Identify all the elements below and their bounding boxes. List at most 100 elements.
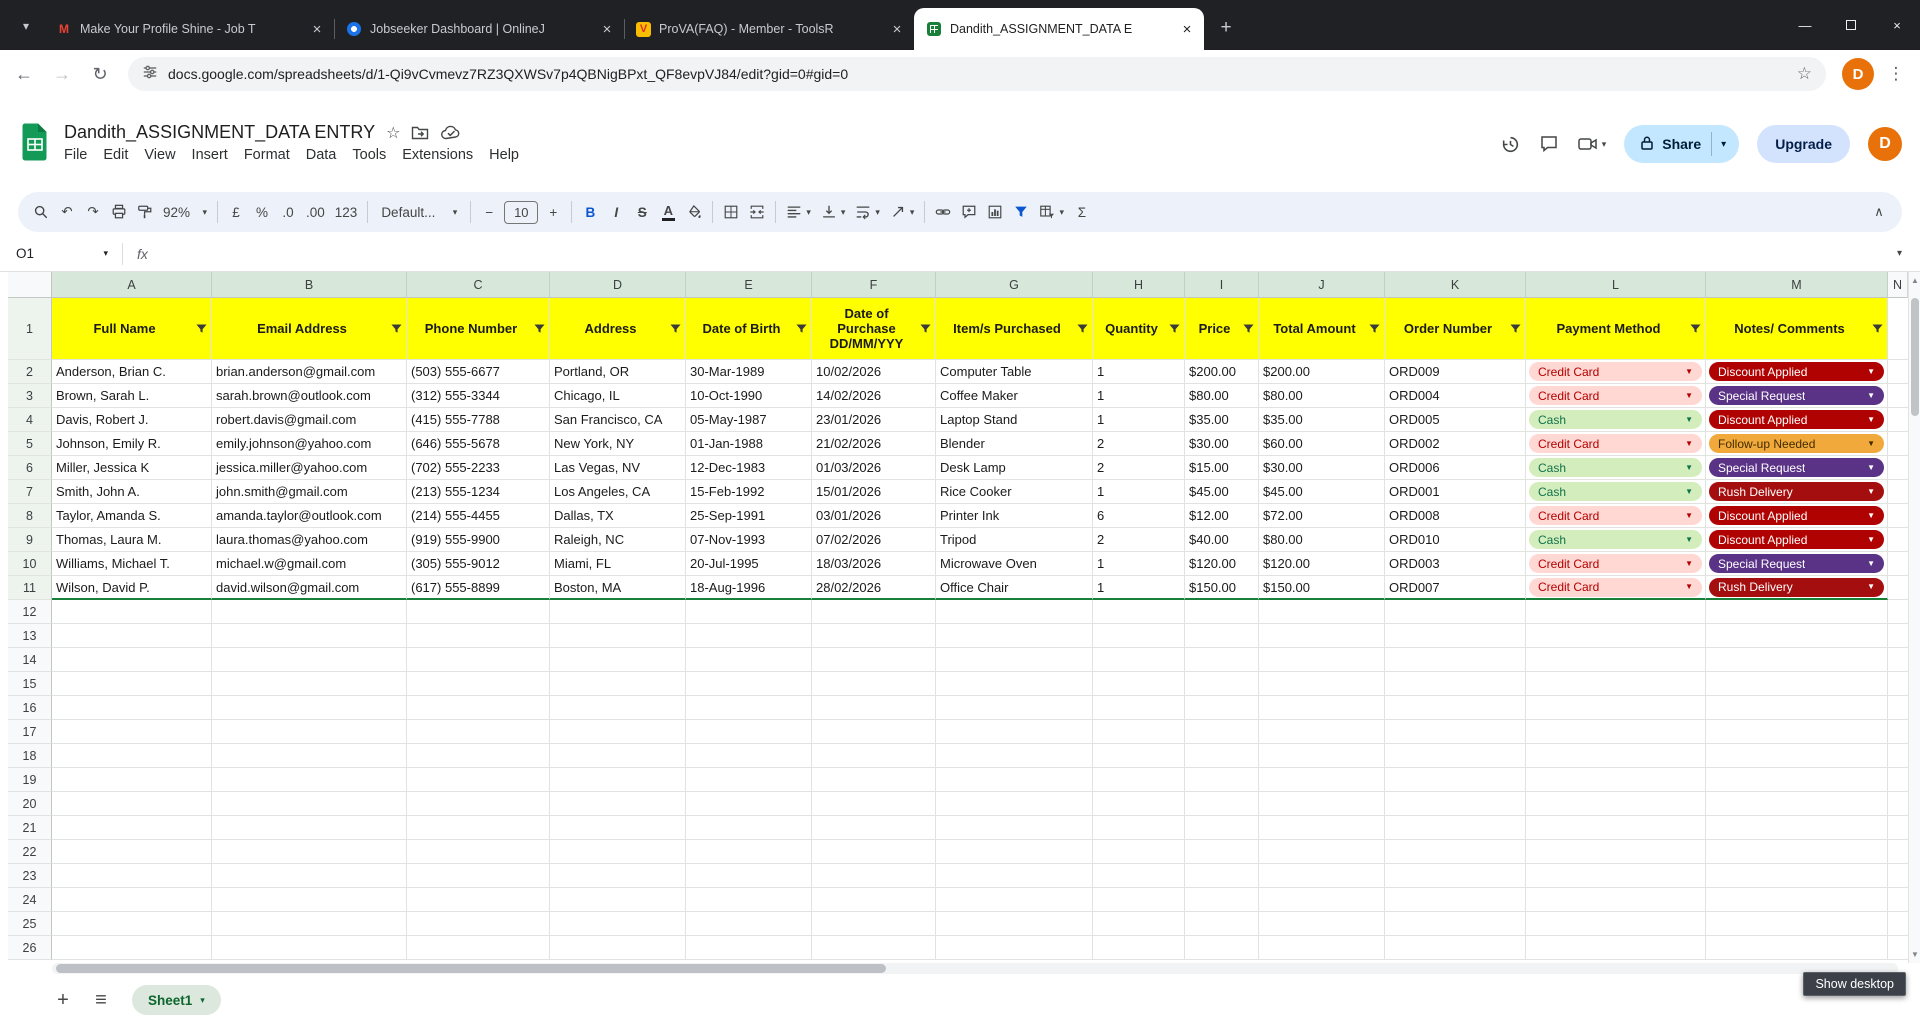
cell-D26[interactable] bbox=[550, 936, 686, 960]
cell-D24[interactable] bbox=[550, 888, 686, 912]
notes-chip[interactable]: Rush Delivery ▼ bbox=[1709, 482, 1884, 501]
cell-E21[interactable] bbox=[686, 816, 812, 840]
cell-B4[interactable]: robert.davis@gmail.com bbox=[212, 408, 407, 432]
cell-I3[interactable]: $80.00 bbox=[1185, 384, 1259, 408]
star-document-icon[interactable]: ☆ bbox=[386, 123, 400, 143]
tab-close-icon[interactable]: × bbox=[1178, 20, 1196, 38]
cell-G15[interactable] bbox=[936, 672, 1093, 696]
text-rotation-button[interactable]: ▾ bbox=[885, 198, 920, 226]
cell-H3[interactable]: 1 bbox=[1093, 384, 1185, 408]
row-header-20[interactable]: 20 bbox=[8, 792, 52, 816]
cell-J6[interactable]: $30.00 bbox=[1259, 456, 1385, 480]
insert-comment-button[interactable] bbox=[956, 198, 982, 226]
column-header-C[interactable]: C bbox=[407, 272, 550, 298]
cell-F21[interactable] bbox=[812, 816, 936, 840]
cell-F17[interactable] bbox=[812, 720, 936, 744]
column-filter-icon[interactable] bbox=[1368, 322, 1381, 335]
cell-H6[interactable]: 2 bbox=[1093, 456, 1185, 480]
cell-M12[interactable] bbox=[1706, 600, 1888, 624]
insert-chart-button[interactable] bbox=[982, 198, 1008, 226]
column-header-L[interactable]: L bbox=[1526, 272, 1706, 298]
payment-method-chip[interactable]: Cash ▼ bbox=[1529, 530, 1702, 549]
cell-F20[interactable] bbox=[812, 792, 936, 816]
cell-A23[interactable] bbox=[52, 864, 212, 888]
cell-A11[interactable]: Wilson, David P. bbox=[52, 576, 212, 600]
chip-dropdown-icon[interactable]: ▼ bbox=[1867, 511, 1875, 520]
cell-C20[interactable] bbox=[407, 792, 550, 816]
cell-F11[interactable]: 28/02/2026 bbox=[812, 576, 936, 600]
row-header-7[interactable]: 7 bbox=[8, 480, 52, 504]
cell-H9[interactable]: 2 bbox=[1093, 528, 1185, 552]
chip-dropdown-icon[interactable]: ▼ bbox=[1867, 415, 1875, 424]
notes-chip[interactable]: Discount Applied ▼ bbox=[1709, 506, 1884, 525]
tab-close-icon[interactable]: × bbox=[308, 20, 326, 38]
cell-B18[interactable] bbox=[212, 744, 407, 768]
menu-help[interactable]: Help bbox=[481, 144, 527, 166]
cell-A21[interactable] bbox=[52, 816, 212, 840]
row-header-16[interactable]: 16 bbox=[8, 696, 52, 720]
cell-J18[interactable] bbox=[1259, 744, 1385, 768]
cell-J9[interactable]: $80.00 bbox=[1259, 528, 1385, 552]
cell-H16[interactable] bbox=[1093, 696, 1185, 720]
cell-C2[interactable]: (503) 555-6677 bbox=[407, 360, 550, 384]
text-color-button[interactable]: A bbox=[655, 198, 681, 226]
cell-E14[interactable] bbox=[686, 648, 812, 672]
cell-L23[interactable] bbox=[1526, 864, 1706, 888]
cell-M5[interactable]: Follow-up Needed ▼ bbox=[1706, 432, 1888, 456]
cell-E18[interactable] bbox=[686, 744, 812, 768]
cell-A4[interactable]: Davis, Robert J. bbox=[52, 408, 212, 432]
cell-K14[interactable] bbox=[1385, 648, 1526, 672]
column-header-N[interactable]: N bbox=[1888, 272, 1908, 298]
cell-J1[interactable]: Total Amount bbox=[1259, 298, 1385, 360]
cell-L19[interactable] bbox=[1526, 768, 1706, 792]
cell-I23[interactable] bbox=[1185, 864, 1259, 888]
column-header-G[interactable]: G bbox=[936, 272, 1093, 298]
cell-C22[interactable] bbox=[407, 840, 550, 864]
cell-F1[interactable]: Date of Purchase DD/MM/YYY bbox=[812, 298, 936, 360]
cell-E10[interactable]: 20-Jul-1995 bbox=[686, 552, 812, 576]
cell-F13[interactable] bbox=[812, 624, 936, 648]
cell-E15[interactable] bbox=[686, 672, 812, 696]
meet-video-icon[interactable]: ▾ bbox=[1577, 134, 1606, 154]
cell-N8[interactable] bbox=[1888, 504, 1908, 528]
row-header-2[interactable]: 2 bbox=[8, 360, 52, 384]
cell-K22[interactable] bbox=[1385, 840, 1526, 864]
row-header-21[interactable]: 21 bbox=[8, 816, 52, 840]
cell-I24[interactable] bbox=[1185, 888, 1259, 912]
cell-J8[interactable]: $72.00 bbox=[1259, 504, 1385, 528]
horizontal-align-button[interactable]: ▾ bbox=[781, 198, 816, 226]
cell-H26[interactable] bbox=[1093, 936, 1185, 960]
cell-C9[interactable]: (919) 555-9900 bbox=[407, 528, 550, 552]
cell-C19[interactable] bbox=[407, 768, 550, 792]
forward-button[interactable]: → bbox=[44, 56, 80, 92]
cell-J5[interactable]: $60.00 bbox=[1259, 432, 1385, 456]
cell-M23[interactable] bbox=[1706, 864, 1888, 888]
cell-C3[interactable]: (312) 555-3344 bbox=[407, 384, 550, 408]
currency-format-button[interactable]: £ bbox=[223, 198, 249, 226]
scroll-up-icon[interactable]: ▲ bbox=[1909, 276, 1920, 285]
cell-F12[interactable] bbox=[812, 600, 936, 624]
cell-H2[interactable]: 1 bbox=[1093, 360, 1185, 384]
cell-M1[interactable]: Notes/ Comments bbox=[1706, 298, 1888, 360]
cell-B16[interactable] bbox=[212, 696, 407, 720]
increase-decimal-button[interactable]: .00 bbox=[301, 198, 330, 226]
cell-J22[interactable] bbox=[1259, 840, 1385, 864]
row-header-15[interactable]: 15 bbox=[8, 672, 52, 696]
cell-D13[interactable] bbox=[550, 624, 686, 648]
horizontal-scrollbar[interactable] bbox=[52, 963, 1898, 974]
chip-dropdown-icon[interactable]: ▼ bbox=[1685, 391, 1693, 400]
cell-N11[interactable] bbox=[1888, 576, 1908, 600]
zoom-select[interactable]: 92% ▾ bbox=[158, 198, 212, 226]
cell-I4[interactable]: $35.00 bbox=[1185, 408, 1259, 432]
browser-tab[interactable]: V ProVA(FAQ) - Member - ToolsR × bbox=[624, 8, 914, 50]
cell-J3[interactable]: $80.00 bbox=[1259, 384, 1385, 408]
cell-G23[interactable] bbox=[936, 864, 1093, 888]
cell-C6[interactable]: (702) 555-2233 bbox=[407, 456, 550, 480]
cell-L4[interactable]: Cash ▼ bbox=[1526, 408, 1706, 432]
window-close-button[interactable]: × bbox=[1874, 0, 1920, 50]
cell-J21[interactable] bbox=[1259, 816, 1385, 840]
cell-B2[interactable]: brian.anderson@gmail.com bbox=[212, 360, 407, 384]
cell-L8[interactable]: Credit Card ▼ bbox=[1526, 504, 1706, 528]
column-header-H[interactable]: H bbox=[1093, 272, 1185, 298]
cell-H24[interactable] bbox=[1093, 888, 1185, 912]
